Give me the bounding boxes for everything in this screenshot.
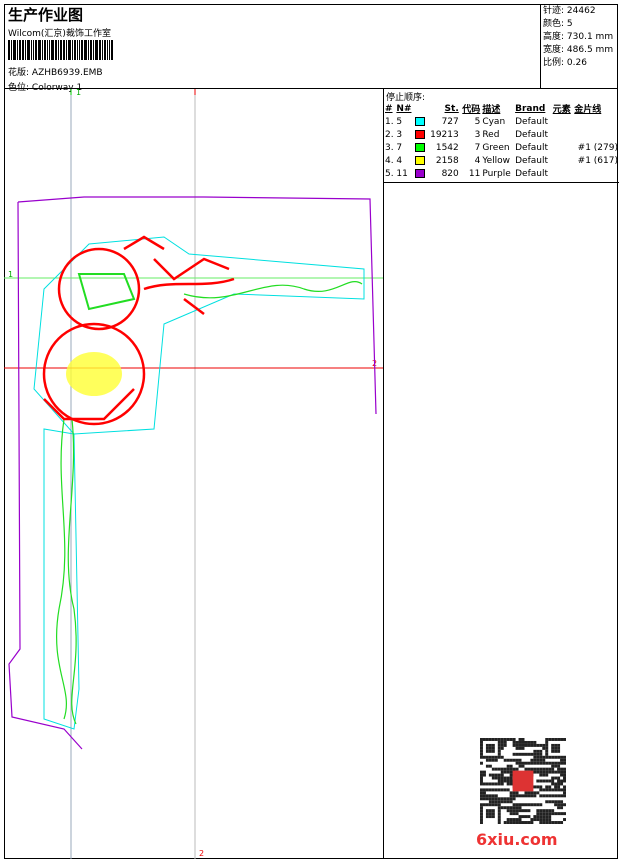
page-title: 生产作业图 — [8, 6, 84, 24]
design-canvas: 1 1 2 2 — [4, 88, 383, 859]
lattice-green — [77, 273, 136, 311]
info-colors: 颜色: 5 — [543, 19, 573, 29]
table-row: 3. 7 1542 7 Green Default #1 (279) — [385, 142, 618, 153]
guide-label-v1: 1 — [76, 89, 81, 97]
table-row: 5. 11 820 11 Purple Default — [385, 168, 548, 179]
design-info: 针迹: 24462 颜色: 5 高度: 730.1 mm 宽度: 486.5 m… — [540, 4, 618, 89]
flower-yellow — [66, 352, 122, 396]
color-swatch — [414, 116, 425, 126]
color-swatch — [414, 155, 425, 165]
table-row: 4. 4 2158 4 Yellow Default #1 (617) — [385, 155, 618, 166]
qr-code — [480, 738, 566, 824]
design-label: 花版: — [8, 68, 30, 78]
design-value: AZHB6939.EMB — [31, 68, 103, 78]
col-index: # — [385, 103, 393, 114]
col-description: 描述 — [482, 105, 501, 115]
company-name: Wilcom(汇京)裁饰工作室 — [8, 29, 111, 39]
col-swatch — [414, 102, 427, 115]
color-swatch — [414, 129, 425, 139]
info-height: 高度: 730.1 mm — [543, 32, 614, 42]
vine-green — [55, 281, 363, 725]
col-code: 代码 — [462, 105, 481, 115]
info-width: 宽度: 486.5 mm — [543, 45, 614, 55]
header: 生产作业图 Wilcom(汇京)裁饰工作室 花版: AZHB6939.EMB 色… — [4, 4, 618, 93]
col-sequin: 金片线 — [574, 105, 602, 115]
watermark-logo: 6xiu.com — [476, 830, 558, 849]
info-stitches: 针迹: 24462 — [543, 6, 596, 16]
guide-label-v2: 2 — [199, 849, 204, 858]
info-scale: 比例: 0.26 — [543, 58, 587, 68]
col-brand: Brand — [515, 103, 546, 114]
color-swatch — [414, 168, 425, 178]
design-file: 花版: AZHB6939.EMB — [8, 65, 103, 78]
stop-sequence-table: # N# St. 代码 描述 Brand 元素 金片线 1. 5 727 5 Cyan D… — [384, 102, 619, 180]
col-number: N# — [396, 103, 412, 114]
guide-label-h1: 1 — [8, 270, 13, 279]
col-stitches: St. — [444, 103, 459, 114]
color-swatch — [414, 142, 425, 152]
barcode — [8, 40, 133, 60]
col-element: 元素 — [552, 105, 571, 115]
flower-red — [42, 235, 235, 426]
table-divider — [384, 182, 619, 183]
outline-purple — [8, 196, 377, 750]
table-row: 2. 3 19213 3 Red Default — [385, 129, 548, 140]
table-row: 1. 5 727 5 Cyan Default — [385, 116, 548, 127]
